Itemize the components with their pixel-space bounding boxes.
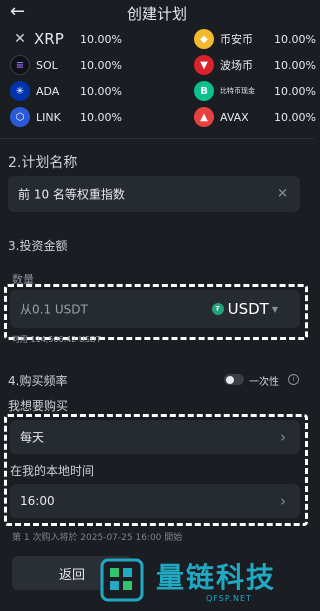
coin-item-xrp: ✕ XRP 10.00% <box>10 26 150 52</box>
plan-name-input[interactable]: 前 10 名等权重指数 ✕ <box>8 176 300 212</box>
want-buy-label: 我想要购买 <box>8 399 69 413</box>
coin-allocation-list: ✕ XRP 10.00% ◆ 币安币 10.00% ≡ SOL 10.00% ▼… <box>10 26 316 130</box>
coin-item-ada: ✳ ADA 10.00% <box>10 78 150 104</box>
coin-row: ≡ SOL 10.00% ▼ 波场币 10.00% <box>10 52 316 78</box>
coin-percent: 10.00% <box>274 84 316 98</box>
tron-icon: ▼ <box>194 55 214 75</box>
top-bar: ← 创建计划 <box>0 0 314 26</box>
coin-name: AVAX <box>220 110 249 124</box>
page-title: 创建计划 <box>126 5 187 23</box>
one-time-toggle[interactable] <box>224 374 244 385</box>
watermark-subtext: QFSP.NET <box>206 594 252 603</box>
toggle-knob <box>226 375 234 384</box>
avalanche-icon: ▲ <box>194 107 214 127</box>
close-icon[interactable]: ✕ <box>277 187 288 202</box>
coin-item-avax: ▲ AVAX 10.00% <box>194 104 316 130</box>
plan-name-section-title: 2.计划名称 <box>8 155 78 171</box>
coin-item-tron: ▼ 波场币 10.00% <box>194 52 316 78</box>
coin-percent: 10.00% <box>80 32 122 46</box>
bitcoin-cash-icon: B <box>194 81 214 101</box>
watermark: 量链科技 QFSP.NET <box>96 550 310 610</box>
cardano-icon: ✳ <box>10 81 30 101</box>
chainlink-icon: ⬡ <box>10 107 30 127</box>
first-purchase-note: 第 1 次购入将於 2025-07-25 16:00 開始 <box>12 533 183 543</box>
bnb-icon: ◆ <box>194 29 214 49</box>
investment-section-title: 3.投资金额 <box>8 239 68 253</box>
coin-item-sol: ≡ SOL 10.00% <box>10 52 150 78</box>
coin-item-bnb: ◆ 币安币 10.00% <box>194 26 316 52</box>
coin-name: SOL <box>36 58 58 72</box>
coin-percent: 10.00% <box>274 58 316 72</box>
coin-item-link: ⬡ LINK 10.00% <box>10 104 150 130</box>
info-icon[interactable]: i <box>288 374 299 385</box>
coin-row: ⬡ LINK 10.00% ▲ AVAX 10.00% <box>10 104 316 130</box>
coin-percent: 10.00% <box>274 32 316 46</box>
highlight-box-frequency <box>4 414 308 526</box>
x-icon: ✕ <box>10 29 30 49</box>
watermark-logo-icon <box>100 558 144 602</box>
coin-name: LINK <box>36 110 61 124</box>
available-balance: 可用 114,506.42 USDT <box>12 335 101 344</box>
coin-percent: 10.00% <box>80 110 122 124</box>
coin-row: ✕ XRP 10.00% ◆ 币安币 10.00% <box>10 26 316 52</box>
frequency-section-title: 4.购买频率 <box>8 374 68 388</box>
divider <box>0 138 314 139</box>
solana-icon: ≡ <box>10 55 30 75</box>
plan-name-value: 前 10 名等权重指数 <box>18 187 125 202</box>
coin-name: 币安币 <box>220 33 253 46</box>
coin-name: ADA <box>36 84 60 98</box>
coin-item-bitcoin-cash: B 比特币现金 10.00% <box>194 78 316 104</box>
coin-percent: 10.00% <box>274 110 316 124</box>
coin-name: 波场币 <box>220 59 253 72</box>
watermark-text: 量链科技 <box>156 561 277 594</box>
one-time-label: 一次性 <box>249 377 279 388</box>
coin-name: 比特币现金 <box>220 87 255 95</box>
highlight-box-amount <box>4 284 308 340</box>
coin-percent: 10.00% <box>80 84 122 98</box>
coin-row: ✳ ADA 10.00% B 比特币现金 10.00% <box>10 78 316 104</box>
coin-percent: 10.00% <box>80 58 122 72</box>
coin-name: XRP <box>34 30 64 48</box>
